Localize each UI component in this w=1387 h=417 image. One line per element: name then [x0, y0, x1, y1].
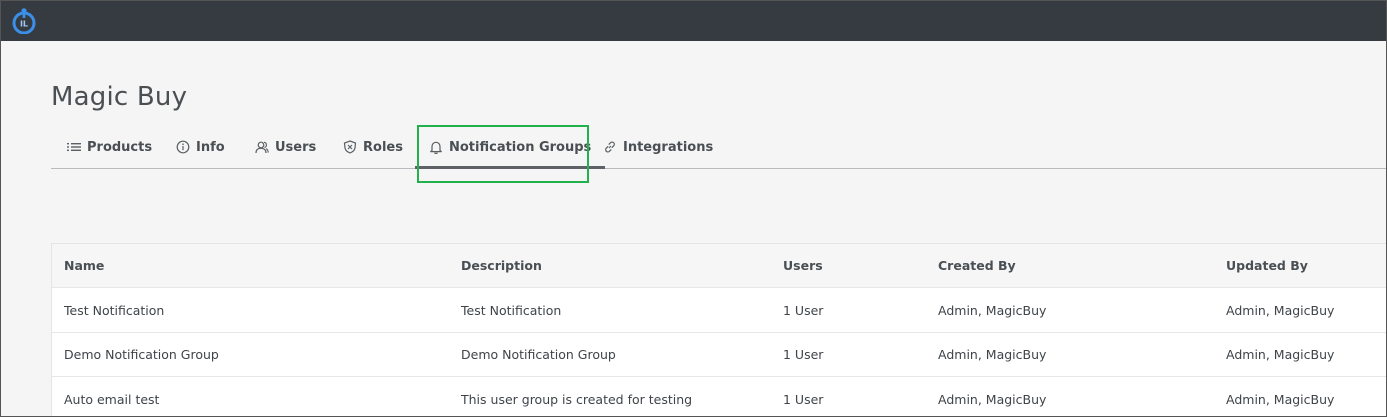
- table-row[interactable]: Auto email test This user group is creat…: [52, 377, 1387, 417]
- tab-bar: Products Info Users Roles Notification G…: [51, 125, 1387, 169]
- tab-label: Integrations: [623, 139, 714, 155]
- cell-users: 1 User: [783, 347, 824, 362]
- app-logo-icon[interactable]: IL: [11, 8, 37, 34]
- cell-users: 1 User: [783, 302, 824, 318]
- logo-text: IL: [20, 20, 28, 29]
- cell-users: 1 User: [783, 391, 824, 407]
- cell-description: Test Notification: [461, 302, 562, 318]
- cell-created-by: Admin, MagicBuy: [938, 347, 1047, 362]
- cell-created-by: Admin, MagicBuy: [938, 302, 1047, 318]
- table-row[interactable]: Test Notification Test Notification 1 Us…: [52, 288, 1387, 333]
- tab-label: Info: [196, 139, 225, 155]
- tab-info[interactable]: Info: [176, 125, 225, 169]
- column-header-updated-by[interactable]: Updated By: [1226, 244, 1308, 287]
- cell-description: Demo Notification Group: [461, 347, 616, 362]
- column-header-name[interactable]: Name: [64, 244, 104, 287]
- users-icon: [255, 141, 269, 154]
- link-icon: [605, 141, 615, 153]
- info-icon: [176, 140, 190, 154]
- cell-name: Auto email test: [64, 391, 160, 407]
- column-header-created-by[interactable]: Created By: [938, 244, 1016, 287]
- cell-updated-by: Admin, MagicBuy: [1226, 302, 1335, 318]
- cell-updated-by: Admin, MagicBuy: [1226, 391, 1335, 407]
- table-row[interactable]: Demo Notification Group Demo Notificatio…: [52, 333, 1387, 377]
- cell-created-by: Admin, MagicBuy: [938, 391, 1047, 407]
- tab-label: Products: [87, 139, 153, 155]
- notification-groups-table: Name Description Users Created By Update…: [51, 243, 1387, 417]
- cell-updated-by: Admin, MagicBuy: [1226, 347, 1335, 362]
- tab-users[interactable]: Users: [255, 125, 316, 169]
- tab-highlight-box: [417, 125, 589, 183]
- table-header-row: Name Description Users Created By Update…: [52, 244, 1387, 288]
- column-header-description[interactable]: Description: [461, 244, 542, 287]
- cell-name: Demo Notification Group: [64, 347, 219, 362]
- tab-products[interactable]: Products: [67, 125, 152, 169]
- tab-label: Roles: [363, 139, 403, 155]
- top-bar: IL: [0, 0, 1387, 41]
- cell-description: This user group is created for testing: [461, 391, 693, 407]
- tab-integrations[interactable]: Integrations: [603, 125, 713, 169]
- shield-icon: [343, 140, 357, 154]
- tab-label: Users: [275, 139, 317, 155]
- cell-name: Test Notification: [64, 302, 165, 318]
- page-title: Magic Buy: [51, 82, 188, 112]
- tab-roles[interactable]: Roles: [343, 125, 403, 169]
- list-icon: [67, 143, 81, 151]
- column-header-users[interactable]: Users: [783, 244, 823, 287]
